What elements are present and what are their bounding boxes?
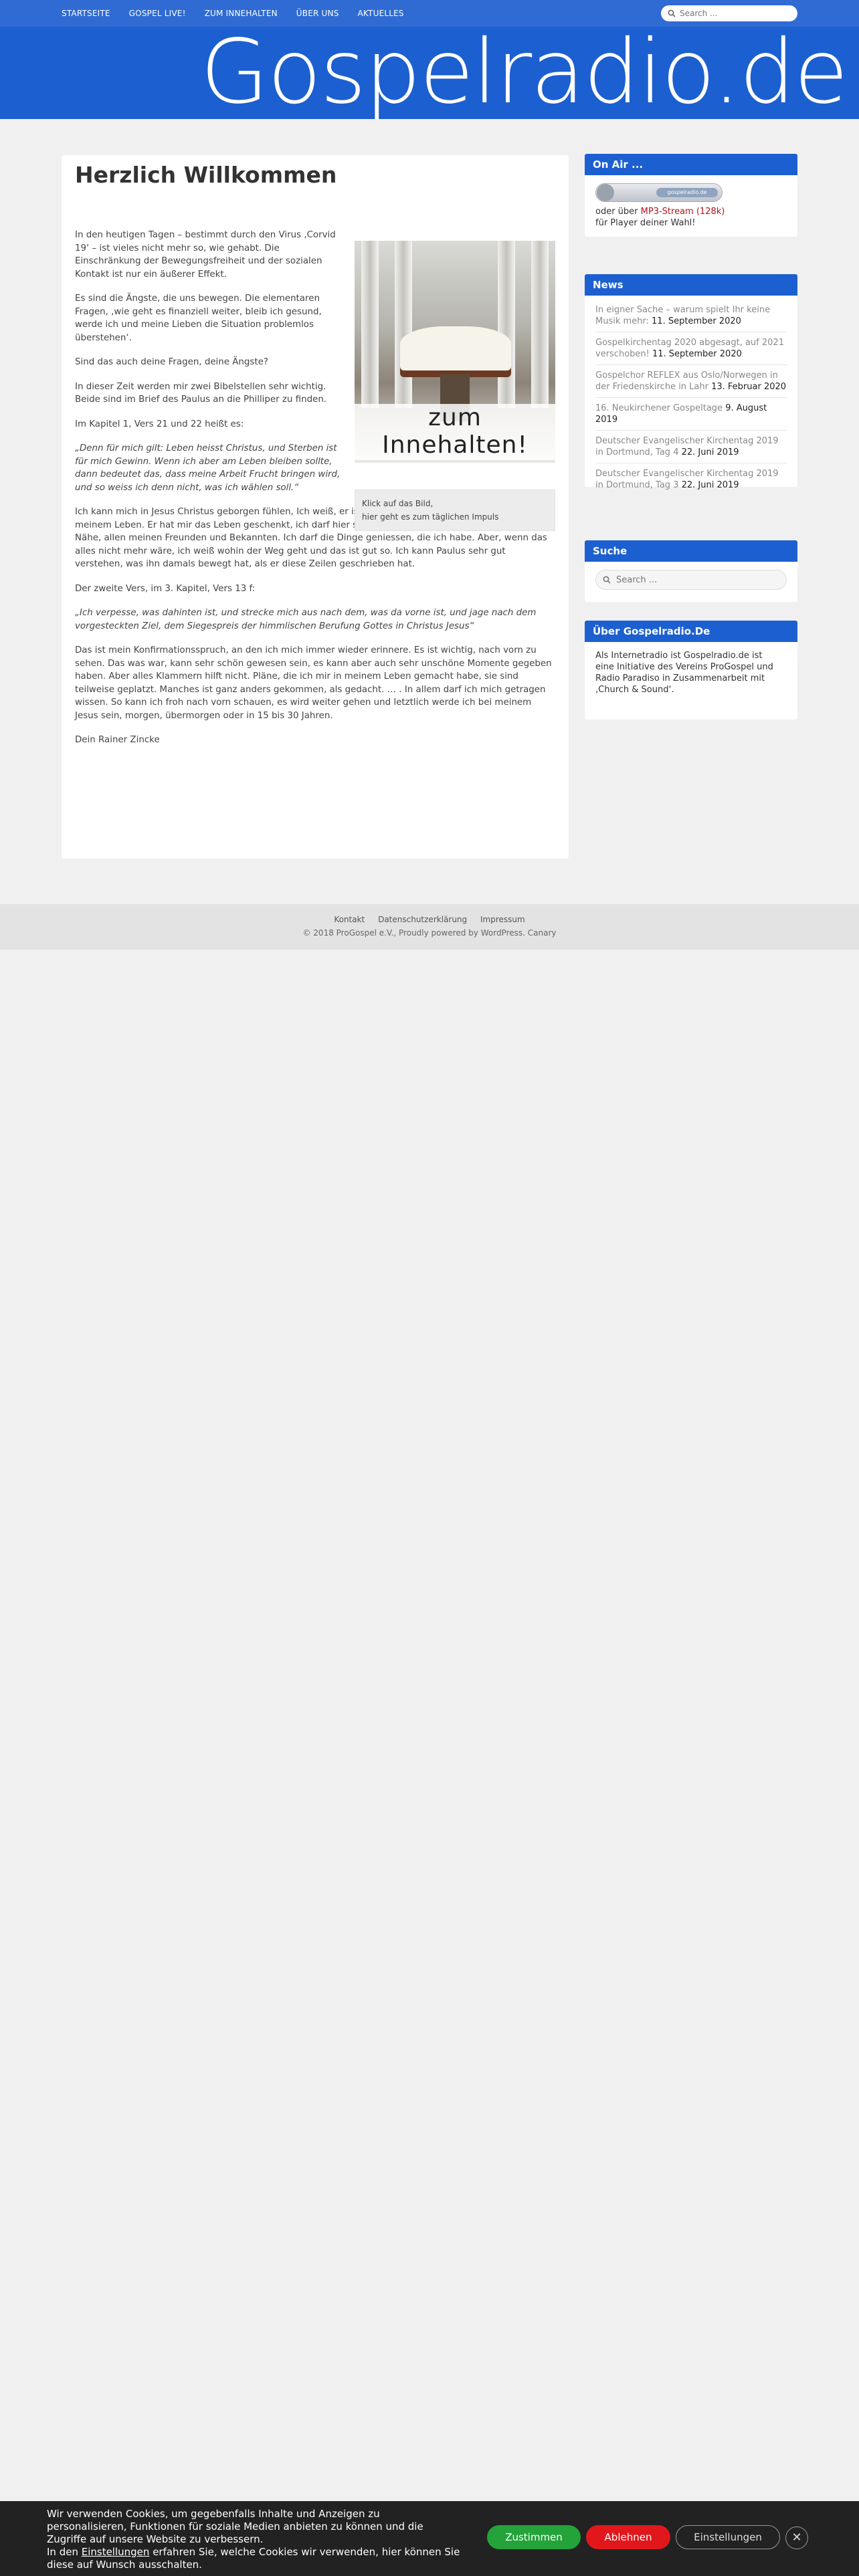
site-footer: Kontakt Datenschutzerklärung Impressum ©… bbox=[0, 904, 859, 950]
widget-news: News In eigner Sache – warum spielt Ihr … bbox=[585, 274, 797, 490]
nav-ueber-uns[interactable]: ÜBER UNS bbox=[296, 9, 339, 18]
player-label: gospelradio.de bbox=[656, 188, 718, 197]
header-search-input[interactable] bbox=[680, 9, 793, 18]
widget-title: News bbox=[585, 274, 797, 296]
main-menu: STARTSEITE GOSPEL LIVE! ZUM INNEHALTEN Ü… bbox=[62, 0, 404, 27]
close-icon[interactable]: ✕ bbox=[785, 2527, 808, 2549]
play-icon[interactable] bbox=[597, 184, 614, 201]
header-search-box bbox=[661, 5, 797, 21]
top-navigation-bar: STARTSEITE GOSPEL LIVE! ZUM INNEHALTEN Ü… bbox=[0, 0, 859, 27]
site-logo[interactable]: Gospelradio.de bbox=[200, 28, 848, 116]
sidebar-search-box bbox=[595, 570, 787, 590]
figure-caption: Klick auf das Bild, hier geht es zum täg… bbox=[355, 490, 555, 531]
about-text: Als Internetradio ist Gospelradio.de ist… bbox=[595, 651, 773, 695]
paragraph: Der zweite Vers, im 3. Kapitel, Vers 13 … bbox=[75, 583, 256, 594]
news-item[interactable]: In eigner Sache – warum spielt Ihr keine… bbox=[595, 300, 787, 332]
widget-title: Suche bbox=[585, 540, 797, 562]
nav-zum-innehalten[interactable]: ZUM INNEHALTEN bbox=[205, 9, 278, 18]
open-bible-icon bbox=[400, 326, 511, 370]
widget-on-air: On Air ... gospelradio.de oder über MP3-… bbox=[585, 154, 797, 237]
sidebar-search-input[interactable] bbox=[616, 574, 777, 585]
footer-link-impressum[interactable]: Impressum bbox=[480, 915, 525, 924]
radio-player[interactable]: gospelradio.de bbox=[595, 183, 723, 202]
page-title: Herzlich Willkommen bbox=[75, 162, 337, 188]
search-icon bbox=[603, 576, 611, 584]
cookie-accept-button[interactable]: Zustimmen bbox=[487, 2525, 581, 2549]
news-item[interactable]: Deutscher Evangelischer Kirchentag 2019 … bbox=[595, 431, 787, 463]
paragraph: Im Kapitel 1, Vers 21 und 22 heißt es: bbox=[75, 419, 244, 429]
paragraph: In dieser Zeit werden mir zwei Bibelstel… bbox=[75, 381, 327, 405]
cookie-text: Wir verwenden Cookies, um gegebenfalls I… bbox=[47, 2508, 460, 2571]
footer-link-kontakt[interactable]: Kontakt bbox=[334, 915, 365, 924]
impulse-image[interactable]: zum Innehalten! bbox=[355, 241, 555, 463]
cookie-settings-button[interactable]: Einstellungen bbox=[676, 2525, 780, 2549]
nav-startseite[interactable]: STARTSEITE bbox=[62, 9, 110, 18]
cookie-settings-link[interactable]: Einstellungen bbox=[82, 2546, 150, 2558]
signature: Dein Rainer Zincke bbox=[75, 735, 160, 745]
bible-quote: „Denn für mich gilt: Leben heisst Christ… bbox=[75, 443, 341, 493]
search-icon bbox=[668, 9, 676, 17]
widget-search: Suche bbox=[585, 540, 797, 602]
article-card: Herzlich Willkommen In den heutigen Tage… bbox=[62, 155, 569, 859]
news-item[interactable]: Gospelkirchentag 2020 abgesagt, auf 2021… bbox=[595, 332, 787, 365]
impulse-figure: zum Innehalten! Klick auf das Bild, hier… bbox=[355, 241, 555, 531]
cookie-banner: Wir verwenden Cookies, um gegebenfalls I… bbox=[0, 2501, 859, 2576]
cookie-decline-button[interactable]: Ablehnen bbox=[586, 2525, 670, 2549]
paragraph: In den heutigen Tagen – bestimmt durch d… bbox=[75, 230, 336, 280]
news-item[interactable]: Gospelchor REFLEX aus Oslo/Norwegen in d… bbox=[595, 365, 787, 398]
nav-gospel-live[interactable]: GOSPEL LIVE! bbox=[129, 9, 186, 18]
paragraph: Es sind die Ängste, die uns bewegen. Die… bbox=[75, 294, 322, 343]
copyright: © 2018 ProGospel e.V., Proudly powered b… bbox=[302, 928, 557, 938]
news-item[interactable]: 16. Neukirchener Gospeltage 9. August 20… bbox=[595, 398, 787, 431]
bible-quote: „Ich verpesse, was dahinten ist, und str… bbox=[75, 608, 537, 631]
image-caption-text: zum Innehalten! bbox=[355, 404, 555, 460]
news-item[interactable]: Deutscher Evangelischer Kirchentag 2019 … bbox=[595, 463, 787, 496]
widget-title: Über Gospelradio.De bbox=[585, 621, 797, 642]
nav-aktuelles[interactable]: AKTUELLES bbox=[358, 9, 404, 18]
footer-link-datenschutz[interactable]: Datenschutzerklärung bbox=[378, 915, 467, 924]
paragraph: Das ist mein Konfirmationsspruch, an den… bbox=[75, 645, 552, 721]
widget-about: Über Gospelradio.De Als Internetradio is… bbox=[585, 621, 797, 720]
mp3-stream-link[interactable]: MP3-Stream (128k) bbox=[641, 207, 725, 217]
widget-title: On Air ... bbox=[585, 154, 797, 175]
site-banner: Gospelradio.de bbox=[0, 27, 859, 119]
paragraph: Sind das auch deine Fragen, deine Ängste… bbox=[75, 357, 268, 367]
footer-links: Kontakt Datenschutzerklärung Impressum bbox=[0, 915, 859, 924]
